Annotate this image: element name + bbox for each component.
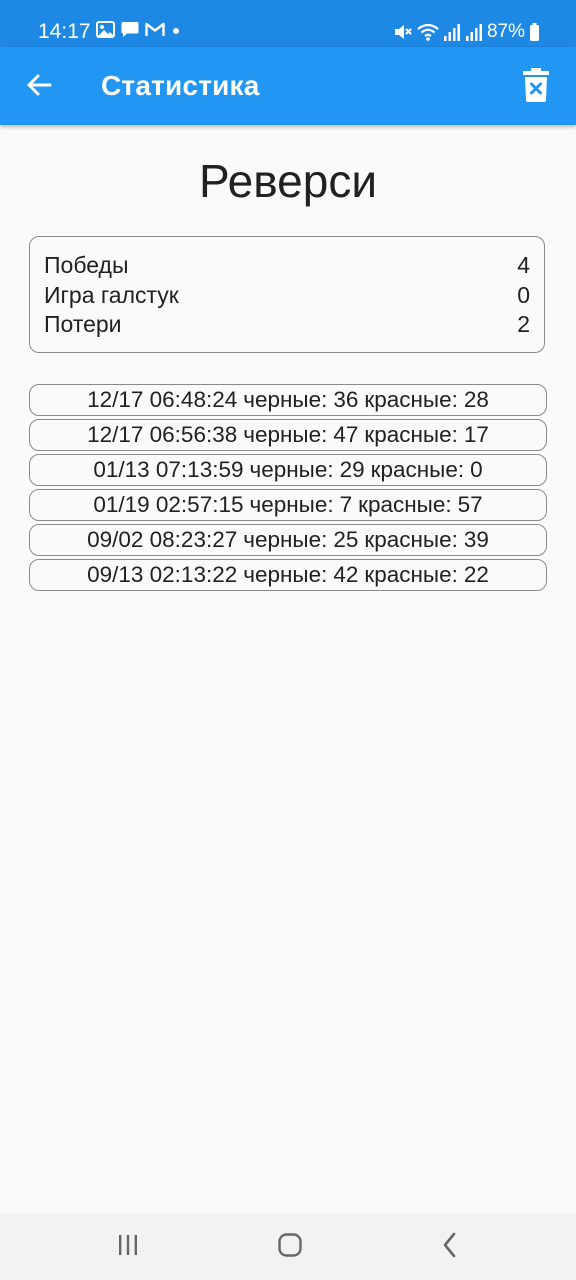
page-title: Статистика — [101, 70, 260, 101]
delete-stats-button[interactable] — [516, 65, 556, 109]
game-title: Реверси — [198, 155, 378, 207]
summary-value: 0 — [517, 281, 530, 308]
summary-label: Игра галстук — [44, 281, 179, 308]
status-system-icons: 87% — [393, 20, 540, 44]
recents-button[interactable] — [106, 1232, 150, 1262]
game-history-list: 12/17 06:48:24 черные: 36 красные: 28 12… — [29, 384, 547, 594]
summary-row-wins: Победы 4 — [44, 251, 530, 281]
summary-label: Потери — [44, 311, 122, 337]
arrow-back-icon — [25, 71, 53, 104]
status-notification-icons — [96, 21, 181, 43]
red-score: 22 — [463, 562, 489, 587]
red-label: красные: — [370, 457, 465, 482]
signal-icon — [465, 22, 483, 42]
black-score: 42 — [333, 562, 359, 587]
black-label: черные: — [249, 492, 334, 517]
battery-icon — [529, 22, 540, 42]
list-item[interactable]: 01/13 07:13:59 черные: 29 красные: 0 — [29, 454, 547, 486]
system-nav-bar — [0, 1214, 576, 1280]
black-label: черные: — [243, 422, 328, 447]
battery-percent: 87% — [486, 21, 525, 42]
black-label: черные: — [243, 562, 328, 587]
home-icon — [277, 1232, 303, 1263]
game-datetime: 01/13 07:13:59 — [93, 457, 244, 482]
game-datetime: 12/17 06:56:38 — [87, 422, 238, 447]
black-label: черные: — [249, 457, 334, 482]
list-item[interactable]: 12/17 06:48:24 черные: 36 красные: 28 — [29, 384, 547, 416]
red-score: 39 — [463, 527, 489, 552]
message-icon — [121, 21, 139, 43]
game-datetime: 09/13 02:13:22 — [87, 562, 238, 587]
list-item[interactable]: 09/02 08:23:27 черные: 25 красные: 39 — [29, 524, 547, 556]
back-icon — [440, 1232, 460, 1263]
black-label: черные: — [243, 527, 328, 552]
list-item[interactable]: 12/17 06:56:38 черные: 47 красные: 17 — [29, 419, 547, 451]
home-button[interactable] — [268, 1232, 312, 1262]
gmail-icon — [145, 22, 165, 42]
black-score: 36 — [333, 387, 359, 412]
game-datetime: 12/17 06:48:24 — [87, 387, 238, 412]
black-score: 25 — [333, 527, 359, 552]
summary-value: 4 — [517, 252, 530, 278]
nav-back-button[interactable] — [428, 1232, 472, 1262]
dot-icon — [171, 23, 181, 41]
recents-icon — [116, 1234, 140, 1261]
black-label: черные: — [243, 387, 328, 412]
mute-icon — [393, 22, 413, 42]
red-score: 0 — [470, 457, 483, 482]
game-datetime: 01/19 02:57:15 — [93, 492, 244, 517]
signal-icon — [443, 22, 461, 42]
red-label: красные: — [364, 527, 458, 552]
black-score: 29 — [339, 457, 365, 482]
status-time: 14:17 — [38, 20, 91, 43]
trash-icon — [523, 67, 549, 107]
game-datetime: 09/02 08:23:27 — [87, 527, 238, 552]
app-bar: Статистика — [0, 47, 576, 125]
gallery-icon — [96, 21, 115, 43]
red-label: красные: — [364, 387, 458, 412]
black-score: 47 — [333, 422, 359, 447]
red-label: красные: — [364, 562, 458, 587]
status-bar: 14:17 87% — [0, 0, 576, 47]
back-button[interactable] — [18, 66, 60, 108]
black-score: 7 — [339, 492, 353, 517]
red-label: красные: — [358, 492, 452, 517]
wifi-icon — [417, 22, 439, 42]
list-item[interactable]: 09/13 02:13:22 черные: 42 красные: 22 — [29, 559, 547, 591]
red-label: красные: — [364, 422, 458, 447]
summary-row-losses: Потери 2 — [44, 310, 530, 340]
summary-label: Победы — [44, 252, 129, 278]
red-score: 28 — [463, 387, 489, 412]
red-score: 17 — [463, 422, 489, 447]
red-score: 57 — [457, 492, 483, 517]
summary-card: Победы 4 Игра галстук 0 Потери 2 — [29, 236, 545, 353]
list-item[interactable]: 01/19 02:57:15 черные: 7 красные: 57 — [29, 489, 547, 521]
summary-row-ties: Игра галстук 0 — [44, 281, 530, 311]
summary-value: 2 — [517, 311, 530, 337]
